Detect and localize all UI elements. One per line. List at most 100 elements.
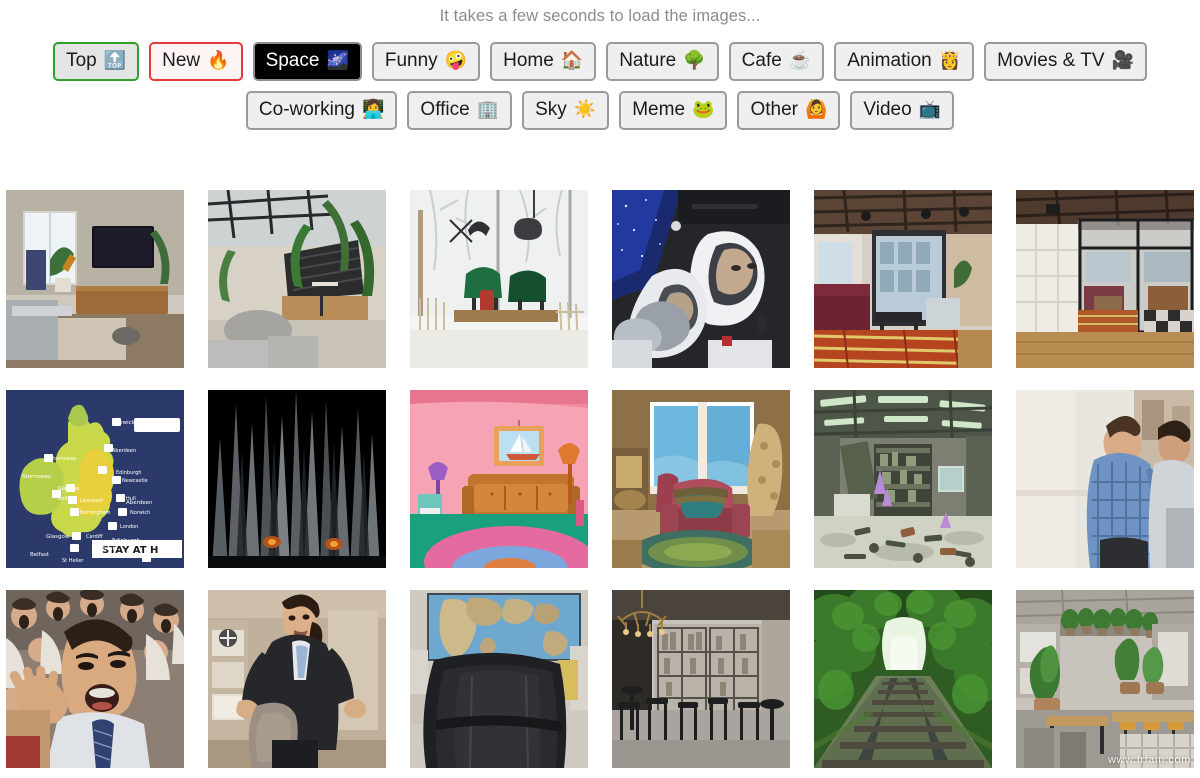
- category-label-animation: Animation: [847, 49, 932, 71]
- grid-item-office-chair-world-map[interactable]: [410, 590, 588, 768]
- svg-text:St Helier: St Helier: [62, 558, 84, 564]
- image-grid: STAY AT H Lerwick Stornoway Aberdeen Gla…: [0, 190, 1200, 768]
- top-arrow-icon: 🔝: [103, 50, 127, 70]
- category-chip-new[interactable]: New 🔥: [149, 41, 243, 81]
- frog-icon: 🐸: [692, 99, 715, 119]
- grid-item-animated-cluttered-workshop[interactable]: [814, 390, 992, 568]
- category-label-cafe: Cafe: [741, 49, 782, 71]
- category-chip-top[interactable]: Top 🔝: [53, 41, 140, 81]
- category-label-co-working: Co-working: [258, 98, 355, 120]
- grid-item-winter-window-green-chairs[interactable]: [410, 190, 588, 368]
- svg-text:Edinburgh: Edinburgh: [112, 538, 141, 544]
- svg-text:Newcastle: Newcastle: [122, 478, 148, 484]
- svg-text:London: London: [120, 524, 138, 530]
- category-chip-funny[interactable]: Funny 🤪: [371, 41, 481, 81]
- thumbnail-plant-filled-cafe: www.frfam.com: [1016, 590, 1194, 768]
- television-icon: 📺: [918, 99, 942, 119]
- category-chip-movies-tv[interactable]: Movies & TV 🎥: [984, 41, 1147, 81]
- grid-item-plant-filled-cafe[interactable]: www.frfam.com: [1016, 590, 1194, 768]
- thumbnail-iron-throne: [208, 390, 386, 568]
- svg-text:Edinburgh: Edinburgh: [116, 470, 142, 476]
- person-gesturing-ok-icon: 🙆: [804, 99, 828, 119]
- grid-item-confused-travolta[interactable]: [208, 590, 386, 768]
- category-chip-sky[interactable]: Sky ☀️: [522, 90, 610, 130]
- svg-text:Aberdeen: Aberdeen: [112, 448, 136, 454]
- category-label-funny: Funny: [384, 49, 438, 71]
- thumbnail-confused-travolta: [208, 590, 386, 768]
- grid-item-living-room-tv-cat[interactable]: [6, 190, 184, 368]
- thumbnail-distracted-boyfriend-meme: [1016, 390, 1194, 568]
- thumbnail-wolf-of-wall-street-shout: [6, 590, 184, 768]
- thumbnail-coworking-lounge-red-rug: [814, 190, 992, 368]
- category-label-space: Space: [265, 49, 320, 71]
- category-row-secondary: Co-working 👩‍💻 Office 🏢 Sky ☀️ Meme 🐸 Ot…: [0, 90, 1200, 130]
- movie-camera-icon: 🎥: [1111, 50, 1134, 70]
- grid-item-astronauts-capsule[interactable]: [612, 190, 790, 368]
- category-chip-nature[interactable]: Nature 🌳: [606, 41, 719, 81]
- loading-notice: It takes a few seconds to load the image…: [439, 7, 761, 25]
- thumbnail-living-room-tv-cat: [6, 190, 184, 368]
- svg-text:Birmingham: Birmingham: [80, 510, 111, 516]
- category-label-new: New: [162, 49, 201, 71]
- grid-item-distracted-boyfriend-meme[interactable]: [1016, 390, 1194, 568]
- zany-face-icon: 🤪: [444, 50, 468, 70]
- sun-icon: ☀️: [573, 99, 597, 119]
- woman-technologist-icon: 👩‍💻: [362, 99, 385, 119]
- category-label-office: Office: [420, 98, 470, 120]
- milky-way-icon: 🌌: [326, 50, 349, 70]
- thumbnail-glass-partition-office: [1016, 190, 1194, 368]
- grid-item-animated-armchair-window[interactable]: [612, 390, 790, 568]
- thumbnail-green-railway-tunnel: [814, 590, 992, 768]
- category-chip-other[interactable]: Other 🙆: [737, 90, 841, 130]
- svg-text:Glasgow: Glasgow: [46, 534, 70, 540]
- thumbnail-astronauts-capsule: [612, 190, 790, 368]
- category-label-home: Home: [503, 49, 554, 71]
- thumbnail-cartoon-couch-livingroom: [410, 390, 588, 568]
- thumbnail-loft-plants-lounge: [208, 190, 386, 368]
- grid-item-iron-throne[interactable]: [208, 390, 386, 568]
- office-building-icon: 🏢: [476, 99, 500, 119]
- category-chip-video[interactable]: Video 📺: [850, 90, 955, 130]
- category-label-video: Video: [863, 98, 912, 120]
- svg-text:Stornoway: Stornoway: [22, 474, 52, 480]
- tree-icon: 🌳: [683, 50, 706, 70]
- grid-item-coworking-lounge-red-rug[interactable]: [814, 190, 992, 368]
- thumbnail-office-chair-world-map: [410, 590, 588, 768]
- grid-item-wolf-of-wall-street-shout[interactable]: [6, 590, 184, 768]
- grid-item-green-railway-tunnel[interactable]: [814, 590, 992, 768]
- svg-text:Plymouth: Plymouth: [94, 546, 118, 552]
- category-chip-home[interactable]: Home 🏠: [490, 41, 597, 81]
- princess-icon: 👸: [938, 50, 962, 70]
- svg-text:Belfast: Belfast: [30, 552, 50, 558]
- grid-item-restaurant-bar-chandelier[interactable]: [612, 590, 790, 768]
- fire-icon: 🔥: [207, 50, 230, 70]
- svg-text:Norwich: Norwich: [130, 510, 150, 516]
- thumbnail-animated-cluttered-workshop: [814, 390, 992, 568]
- house-icon: 🏠: [560, 50, 584, 70]
- grid-item-loft-plants-lounge[interactable]: [208, 190, 386, 368]
- category-chip-co-working[interactable]: Co-working 👩‍💻: [245, 90, 398, 130]
- category-label-other: Other: [750, 98, 798, 120]
- category-chip-meme[interactable]: Meme 🐸: [619, 90, 728, 130]
- category-label-movies-tv: Movies & TV: [997, 49, 1105, 71]
- category-chip-cafe[interactable]: Cafe ☕: [728, 41, 825, 81]
- category-row-primary: Top 🔝 New 🔥 Space 🌌 Funny 🤪 Home 🏠 Natur…: [0, 41, 1200, 81]
- grid-item-glass-partition-office[interactable]: [1016, 190, 1194, 368]
- thumbnail-restaurant-bar-chandelier: [612, 590, 790, 768]
- thumbnail-winter-window-green-chairs: [410, 190, 588, 368]
- category-chip-space[interactable]: Space 🌌: [252, 41, 362, 81]
- category-label-meme: Meme: [632, 98, 686, 120]
- category-label-sky: Sky: [535, 98, 567, 120]
- category-label-nature: Nature: [619, 49, 677, 71]
- svg-text:Stornoway: Stornoway: [50, 456, 77, 462]
- category-label-top: Top: [66, 49, 97, 71]
- category-chip-office[interactable]: Office 🏢: [407, 90, 513, 130]
- coffee-cup-icon: ☕: [788, 50, 812, 70]
- category-chip-animation[interactable]: Animation 👸: [834, 41, 975, 81]
- thumbnail-uk-weather-map: STAY AT H Lerwick Stornoway Aberdeen Gla…: [6, 390, 184, 568]
- svg-text:Liverpool: Liverpool: [80, 498, 103, 504]
- svg-text:Hull: Hull: [126, 496, 136, 502]
- grid-item-cartoon-couch-livingroom[interactable]: [410, 390, 588, 568]
- page-root: It takes a few seconds to load the image…: [0, 0, 1200, 778]
- grid-item-uk-weather-map[interactable]: STAY AT H Lerwick Stornoway Aberdeen Gla…: [6, 390, 184, 568]
